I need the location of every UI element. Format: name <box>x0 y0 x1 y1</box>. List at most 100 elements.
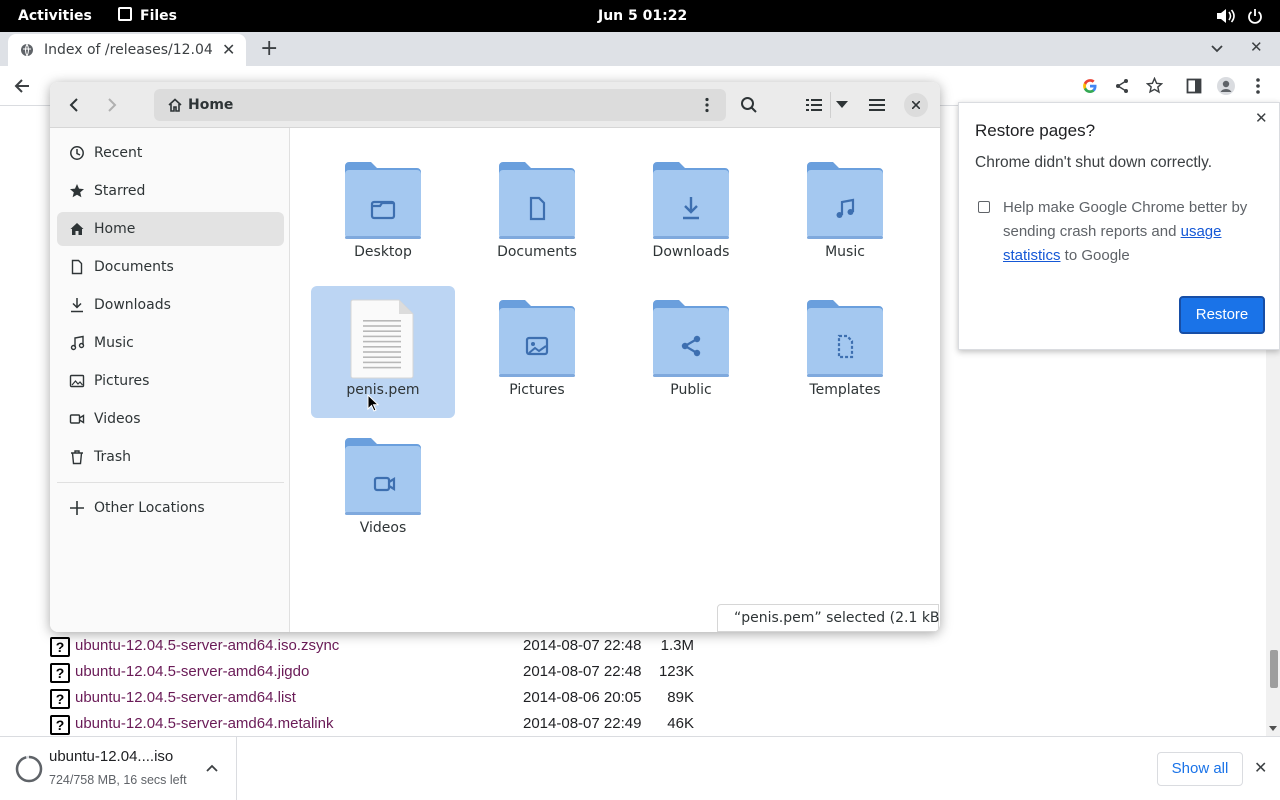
location-menu-icon[interactable] <box>704 97 710 113</box>
folder-item[interactable]: Downloads <box>619 148 763 280</box>
listing-file-link[interactable]: ubuntu-12.04.5-server-amd64.metalink <box>75 715 333 732</box>
unknown-file-icon: ? <box>50 663 70 683</box>
usage-statistics-link[interactable]: usage <box>1181 223 1222 240</box>
location-label: Home <box>188 97 234 113</box>
app-menu[interactable]: Files <box>118 0 177 32</box>
crash-report-text-line-3: to Google <box>1060 247 1130 264</box>
restore-pages-bubble: Restore pages? ✕ Chrome didn't shut down… <box>958 102 1280 350</box>
video-icon <box>69 414 85 424</box>
sidebar-item-pictures[interactable]: Pictures <box>57 364 284 398</box>
crash-report-text: Help make Google Chrome better by sendin… <box>1003 196 1273 268</box>
restore-button[interactable]: Restore <box>1179 296 1265 334</box>
clock[interactable]: Jun 5 01:22 <box>598 0 687 32</box>
files-icon-view: Desktop Documents Downloads Music penis.pem P… <box>291 128 940 632</box>
tab-close-icon[interactable]: ✕ <box>222 40 235 59</box>
activities-button[interactable]: Activities <box>18 0 92 32</box>
usage-statistics-link-cont[interactable]: statistics <box>1003 247 1061 264</box>
folder-desktop-icon <box>345 162 421 239</box>
sidebar-item-other-locations[interactable]: Other Locations <box>57 491 284 525</box>
toolbar-divider <box>830 92 831 118</box>
files-headerbar: Home <box>50 82 940 128</box>
download-options-chevron-icon[interactable] <box>206 763 218 773</box>
close-icon <box>912 101 920 109</box>
view-options-chevron-icon[interactable] <box>836 101 848 109</box>
sidebar-item-downloads[interactable]: Downloads <box>57 288 284 322</box>
unknown-file-icon: ? <box>50 689 70 709</box>
folder-item[interactable]: Pictures <box>465 286 609 418</box>
chrome-menu-icon[interactable] <box>1252 77 1264 95</box>
listing-date: 2014-08-06 20:05 <box>523 689 642 706</box>
bookmark-star-icon[interactable] <box>1146 77 1163 94</box>
show-all-button[interactable]: Show all <box>1157 752 1243 786</box>
item-label: Documents <box>497 244 577 260</box>
mouse-cursor-icon <box>367 394 379 412</box>
files-sidebar: Recent Starred Home Documents Downloads Music… <box>50 128 290 632</box>
folder-item[interactable]: Music <box>773 148 917 280</box>
sidebar-item-music[interactable]: Music <box>57 326 284 360</box>
item-label: Music <box>825 244 865 260</box>
sidebar-item-documents[interactable]: Documents <box>57 250 284 284</box>
sidebar-item-label: Videos <box>94 411 141 427</box>
home-icon <box>168 98 182 112</box>
scrollbar-thumb[interactable] <box>1270 650 1278 688</box>
sidebar-item-trash[interactable]: Trash <box>57 440 284 474</box>
window-close-icon[interactable]: ✕ <box>1250 38 1263 56</box>
power-icon[interactable] <box>1247 0 1263 32</box>
sidebar-item-label: Pictures <box>94 373 150 389</box>
listing-file-link[interactable]: ubuntu-12.04.5-server-amd64.jigdo <box>75 663 309 680</box>
chrome-tab-strip: Index of /releases/12.04 ✕ + ✕ <box>0 32 1280 66</box>
sidebar-item-videos[interactable]: Videos <box>57 402 284 436</box>
files-close-button[interactable] <box>904 93 928 117</box>
crash-report-text-line-2: sending crash reports and <box>1003 223 1181 240</box>
side-panel-icon[interactable] <box>1186 78 1202 94</box>
home-icon <box>70 223 84 235</box>
new-tab-icon[interactable]: + <box>260 36 278 61</box>
sidebar-item-starred[interactable]: Starred <box>57 174 284 208</box>
forward-icon[interactable] <box>104 97 120 113</box>
download-filename[interactable]: ubuntu-12.04....iso <box>49 748 173 765</box>
folder-item[interactable]: Videos <box>311 424 455 556</box>
back-icon[interactable] <box>66 97 82 113</box>
listing-file-link[interactable]: ubuntu-12.04.5-server-amd64.iso.zsync <box>75 637 339 654</box>
sidebar-item-home[interactable]: Home <box>57 212 284 246</box>
list-view-icon[interactable] <box>806 98 822 112</box>
google-icon[interactable] <box>1082 78 1098 94</box>
app-name: Files <box>140 8 177 24</box>
folder-item[interactable]: Public <box>619 286 763 418</box>
text-file-icon <box>350 299 414 379</box>
gnome-top-bar: Activities Files Jun 5 01:22 <box>0 0 1280 32</box>
folder-item[interactable]: Templates <box>773 286 917 418</box>
item-label: Pictures <box>509 382 565 398</box>
folder-templates-icon <box>807 300 883 377</box>
search-icon[interactable] <box>740 96 758 114</box>
back-arrow-icon[interactable] <box>12 76 32 96</box>
sidebar-item-recent[interactable]: Recent <box>57 136 284 170</box>
folder-documents-icon <box>499 162 575 239</box>
sidebar-item-label: Recent <box>94 145 143 161</box>
share-icon[interactable] <box>1114 78 1130 94</box>
listing-size: 46K <box>667 715 694 732</box>
profile-avatar-icon[interactable] <box>1216 76 1236 96</box>
listing-size: 123K <box>658 663 694 680</box>
tab-search-chevron-icon[interactable] <box>1210 42 1224 56</box>
scroll-down-icon[interactable] <box>1269 726 1277 732</box>
hamburger-menu-icon[interactable] <box>869 98 885 112</box>
volume-icon[interactable] <box>1216 0 1236 32</box>
folder-music-icon <box>807 162 883 239</box>
folder-item[interactable]: Desktop <box>311 148 455 280</box>
restore-message: Chrome didn't shut down correctly. <box>975 154 1212 171</box>
folder-item[interactable]: Documents <box>465 148 609 280</box>
location-bar[interactable]: Home <box>154 89 726 121</box>
restore-close-icon[interactable]: ✕ <box>1255 109 1268 127</box>
browser-tab[interactable]: Index of /releases/12.04 ✕ <box>8 34 246 66</box>
file-item[interactable]: penis.pem <box>311 286 455 418</box>
listing-file-link[interactable]: ubuntu-12.04.5-server-amd64.list <box>75 689 296 706</box>
item-label: Public <box>670 382 712 398</box>
crash-report-checkbox[interactable] <box>978 201 990 213</box>
item-label: Desktop <box>354 244 412 260</box>
item-label: Downloads <box>652 244 730 260</box>
sidebar-item-label: Music <box>94 335 134 351</box>
folder-download-icon <box>653 162 729 239</box>
close-download-shelf-icon[interactable]: ✕ <box>1254 758 1267 778</box>
item-label: penis.pem <box>346 382 420 398</box>
